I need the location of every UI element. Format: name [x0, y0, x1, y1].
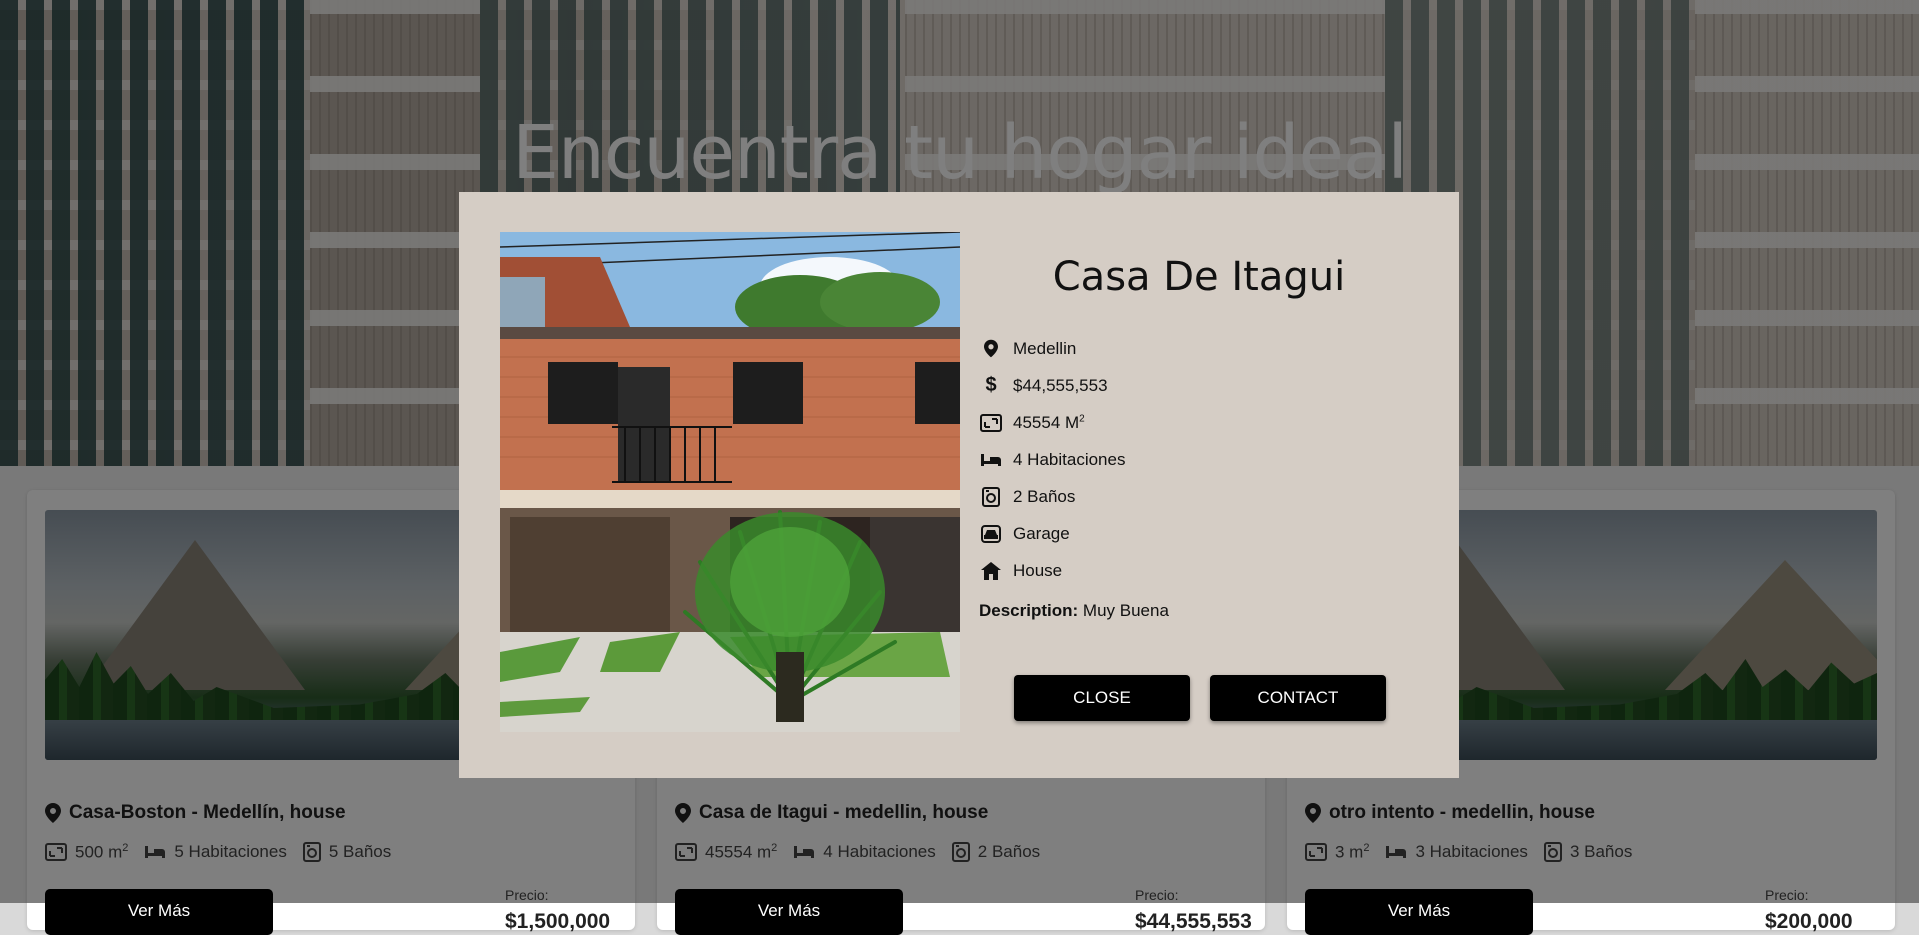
rooms-text: 4 Habitaciones [1013, 449, 1126, 469]
price-value: $44,555,553 [1135, 910, 1252, 933]
description-text: Muy Buena [1082, 601, 1169, 620]
price-value: $1,500,000 [505, 910, 611, 933]
type-text: House [1013, 560, 1063, 580]
garage-row: Garage [979, 515, 1125, 552]
rooms-row: 4 Habitaciones [979, 441, 1125, 478]
price-row: $ $44,555,553 [979, 367, 1125, 404]
area-icon [980, 413, 1002, 432]
close-button[interactable]: CLOSE [1014, 675, 1190, 721]
house-icon [981, 561, 1001, 580]
description: Description: Muy Buena [979, 601, 1169, 621]
baths-row: 2 Baños [979, 478, 1125, 515]
dollar-icon: $ [985, 374, 997, 396]
bed-icon [981, 453, 1001, 466]
area-row: 45554 M2 [979, 404, 1125, 441]
modal-title: Casa De Itagui [1052, 254, 1346, 300]
property-details-list: Medellin $ $44,555,553 45554 M2 4 Habita… [979, 330, 1125, 589]
area-text: 45554 M2 [1013, 412, 1085, 432]
map-pin-icon [984, 339, 998, 358]
location-row: Medellin [979, 330, 1125, 367]
bath-icon [982, 486, 1000, 507]
baths-text: 2 Baños [1013, 486, 1076, 506]
garage-icon [981, 524, 1001, 543]
property-detail-modal: Casa De Itagui Medellin $ $44,555,553 45… [459, 192, 1459, 778]
garage-text: Garage [1013, 523, 1070, 543]
description-label: Description: [979, 601, 1079, 620]
location-text: Medellin [1013, 338, 1077, 358]
contact-button[interactable]: CONTACT [1210, 675, 1386, 721]
price-value: $200,000 [1765, 910, 1853, 933]
property-photo [500, 232, 960, 732]
price-text: $44,555,553 [1013, 375, 1108, 395]
type-row: House [979, 552, 1125, 589]
